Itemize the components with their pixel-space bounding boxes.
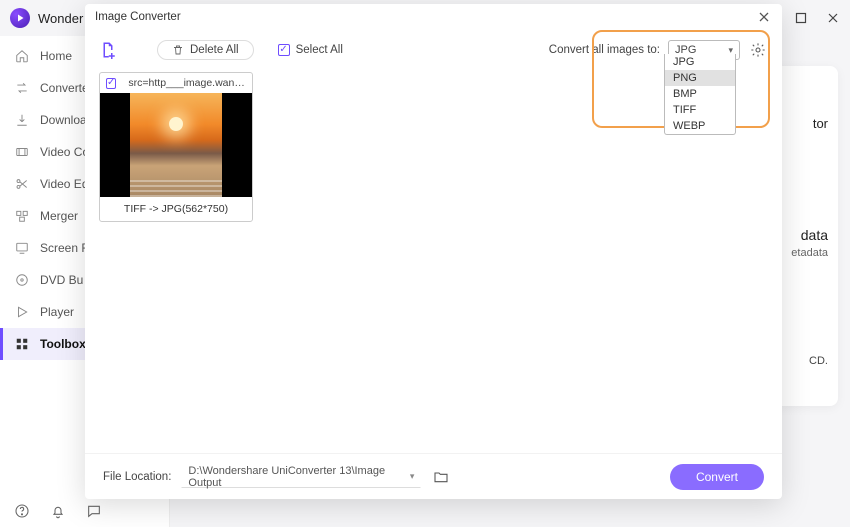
add-files-button[interactable]: [99, 41, 117, 59]
format-option-bmp[interactable]: BMP: [665, 86, 735, 102]
app-title: Wonder: [38, 11, 83, 26]
sidebar-item-label: Video Ed: [40, 177, 89, 191]
modal-footer: File Location: D:\Wondershare UniConvert…: [85, 453, 782, 499]
close-button[interactable]: [826, 11, 840, 25]
gear-icon: [750, 42, 766, 58]
select-all-label: Select All: [296, 44, 343, 56]
sidebar-item-label: Screen R: [40, 241, 90, 255]
format-dropdown-list: JPG PNG BMP TIFF WEBP: [664, 54, 736, 135]
download-icon: [14, 112, 30, 128]
play-icon: [14, 304, 30, 320]
sidebar-item-label: Merger: [40, 209, 78, 223]
scissors-icon: [14, 176, 30, 192]
convert-button[interactable]: Convert: [670, 464, 764, 490]
thumbnail-checkbox[interactable]: [106, 78, 116, 89]
toolbox-icon: [14, 336, 30, 352]
bell-icon[interactable]: [50, 503, 68, 521]
convert-target-label: Convert all images to:: [549, 44, 660, 56]
sidebar-item-label: Player: [40, 305, 74, 319]
sunset-preview: [130, 93, 222, 197]
select-all-checkbox[interactable]: Select All: [278, 44, 343, 56]
open-folder-button[interactable]: [431, 467, 451, 487]
convert-icon: [14, 80, 30, 96]
trash-icon: [172, 44, 184, 56]
app-logo-icon: [10, 8, 30, 28]
sidebar-item-label: Home: [40, 49, 72, 63]
thumbnail-header: src=http___image.wangc...: [100, 73, 252, 93]
sidebar-item-label: Downloa: [40, 113, 87, 127]
file-location-path: D:\Wondershare UniConverter 13\Image Out…: [188, 465, 409, 489]
home-icon: [14, 48, 30, 64]
sidebar-item-label: Toolbox: [40, 337, 86, 351]
app-footer: [0, 497, 170, 527]
format-option-jpg[interactable]: JPG: [665, 54, 735, 70]
format-option-tiff[interactable]: TIFF: [665, 102, 735, 118]
disc-icon: [14, 272, 30, 288]
settings-button[interactable]: [748, 40, 768, 60]
format-option-webp[interactable]: WEBP: [665, 118, 735, 134]
add-file-icon: [99, 41, 117, 59]
format-option-png[interactable]: PNG: [665, 70, 735, 86]
modal-close-button[interactable]: [756, 9, 772, 25]
image-thumbnail[interactable]: src=http___image.wangc... TIFF -> JPG(56…: [99, 72, 253, 222]
sidebar-item-label: DVD Bu: [40, 273, 83, 287]
file-location-dropdown[interactable]: D:\Wondershare UniConverter 13\Image Out…: [181, 466, 421, 488]
modal-titlebar: Image Converter: [85, 4, 782, 30]
thumbnail-footer: TIFF -> JPG(562*750): [100, 197, 252, 221]
help-icon[interactable]: [14, 503, 32, 521]
feedback-icon[interactable]: [86, 503, 104, 521]
sidebar-item-label: Video Co: [40, 145, 89, 159]
sidebar-item-label: Converte: [40, 81, 89, 95]
video-compress-icon: [14, 144, 30, 160]
screen-icon: [14, 240, 30, 256]
delete-all-button[interactable]: Delete All: [157, 40, 254, 60]
checkbox-icon: [278, 44, 290, 56]
delete-all-label: Delete All: [190, 44, 239, 56]
modal-title: Image Converter: [95, 11, 181, 23]
merge-icon: [14, 208, 30, 224]
image-converter-modal: Image Converter Delete All Select All Co…: [85, 4, 782, 499]
chevron-down-icon: ▾: [410, 471, 415, 482]
thumbnail-image: [100, 93, 252, 197]
file-location-label: File Location:: [103, 471, 171, 483]
maximize-button[interactable]: [794, 11, 808, 25]
folder-icon: [433, 469, 449, 485]
thumbnail-filename: src=http___image.wangc...: [128, 77, 246, 89]
